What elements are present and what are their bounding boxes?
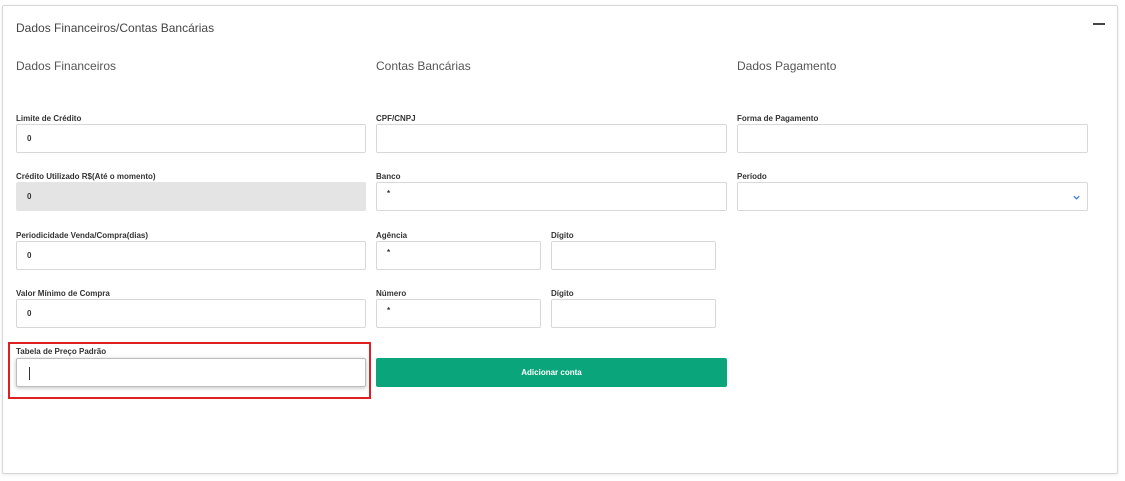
valor-minimo-input[interactable]: 0 xyxy=(16,299,366,328)
limite-credito-input[interactable]: 0 xyxy=(16,124,366,153)
credito-utilizado-input: 0 xyxy=(16,182,366,211)
periodicidade-input[interactable]: 0 xyxy=(16,241,366,270)
agencia-input[interactable]: * xyxy=(376,241,541,270)
section-title: Dados Financeiros/Contas Bancárias xyxy=(16,21,215,35)
credito-utilizado-label: Crédito Utilizado R$(Até o momento) xyxy=(16,172,156,181)
tabela-preco-label: Tabela de Preço Padrão xyxy=(16,347,107,356)
cpf-cnpj-label: CPF/CNPJ xyxy=(376,114,416,123)
text-caret xyxy=(29,367,30,380)
column-title-contas: Contas Bancárias xyxy=(376,59,471,73)
periodo-select[interactable] xyxy=(737,182,1088,211)
tabela-preco-input[interactable] xyxy=(16,358,366,387)
chevron-down-icon xyxy=(1073,195,1080,200)
limite-credito-label: Limite de Crédito xyxy=(16,114,82,123)
forma-pagamento-input[interactable] xyxy=(737,124,1088,153)
banco-input[interactable]: * xyxy=(376,182,727,211)
agencia-label: Agência xyxy=(376,231,408,240)
numero-digito-input[interactable] xyxy=(551,299,716,328)
cpf-cnpj-input[interactable] xyxy=(376,124,727,153)
column-title-financeiros: Dados Financeiros xyxy=(16,59,117,73)
forma-pagamento-label: Forma de Pagamento xyxy=(737,114,819,123)
numero-input[interactable]: * xyxy=(376,299,541,328)
periodo-label: Período xyxy=(737,172,767,181)
agencia-digito-input[interactable] xyxy=(551,241,716,270)
column-title-pagamento: Dados Pagamento xyxy=(737,59,837,73)
numero-digito-label: Dígito xyxy=(551,289,574,298)
banco-label: Banco xyxy=(376,172,401,181)
numero-label: Número xyxy=(376,289,407,298)
periodicidade-label: Periodicidade Venda/Compra(dias) xyxy=(16,231,149,240)
valor-minimo-label: Valor Mínimo de Compra xyxy=(16,289,110,298)
minus-icon[interactable] xyxy=(1093,23,1105,25)
agencia-digito-label: Dígito xyxy=(551,231,574,240)
add-account-button[interactable]: Adicionar conta xyxy=(376,358,727,387)
